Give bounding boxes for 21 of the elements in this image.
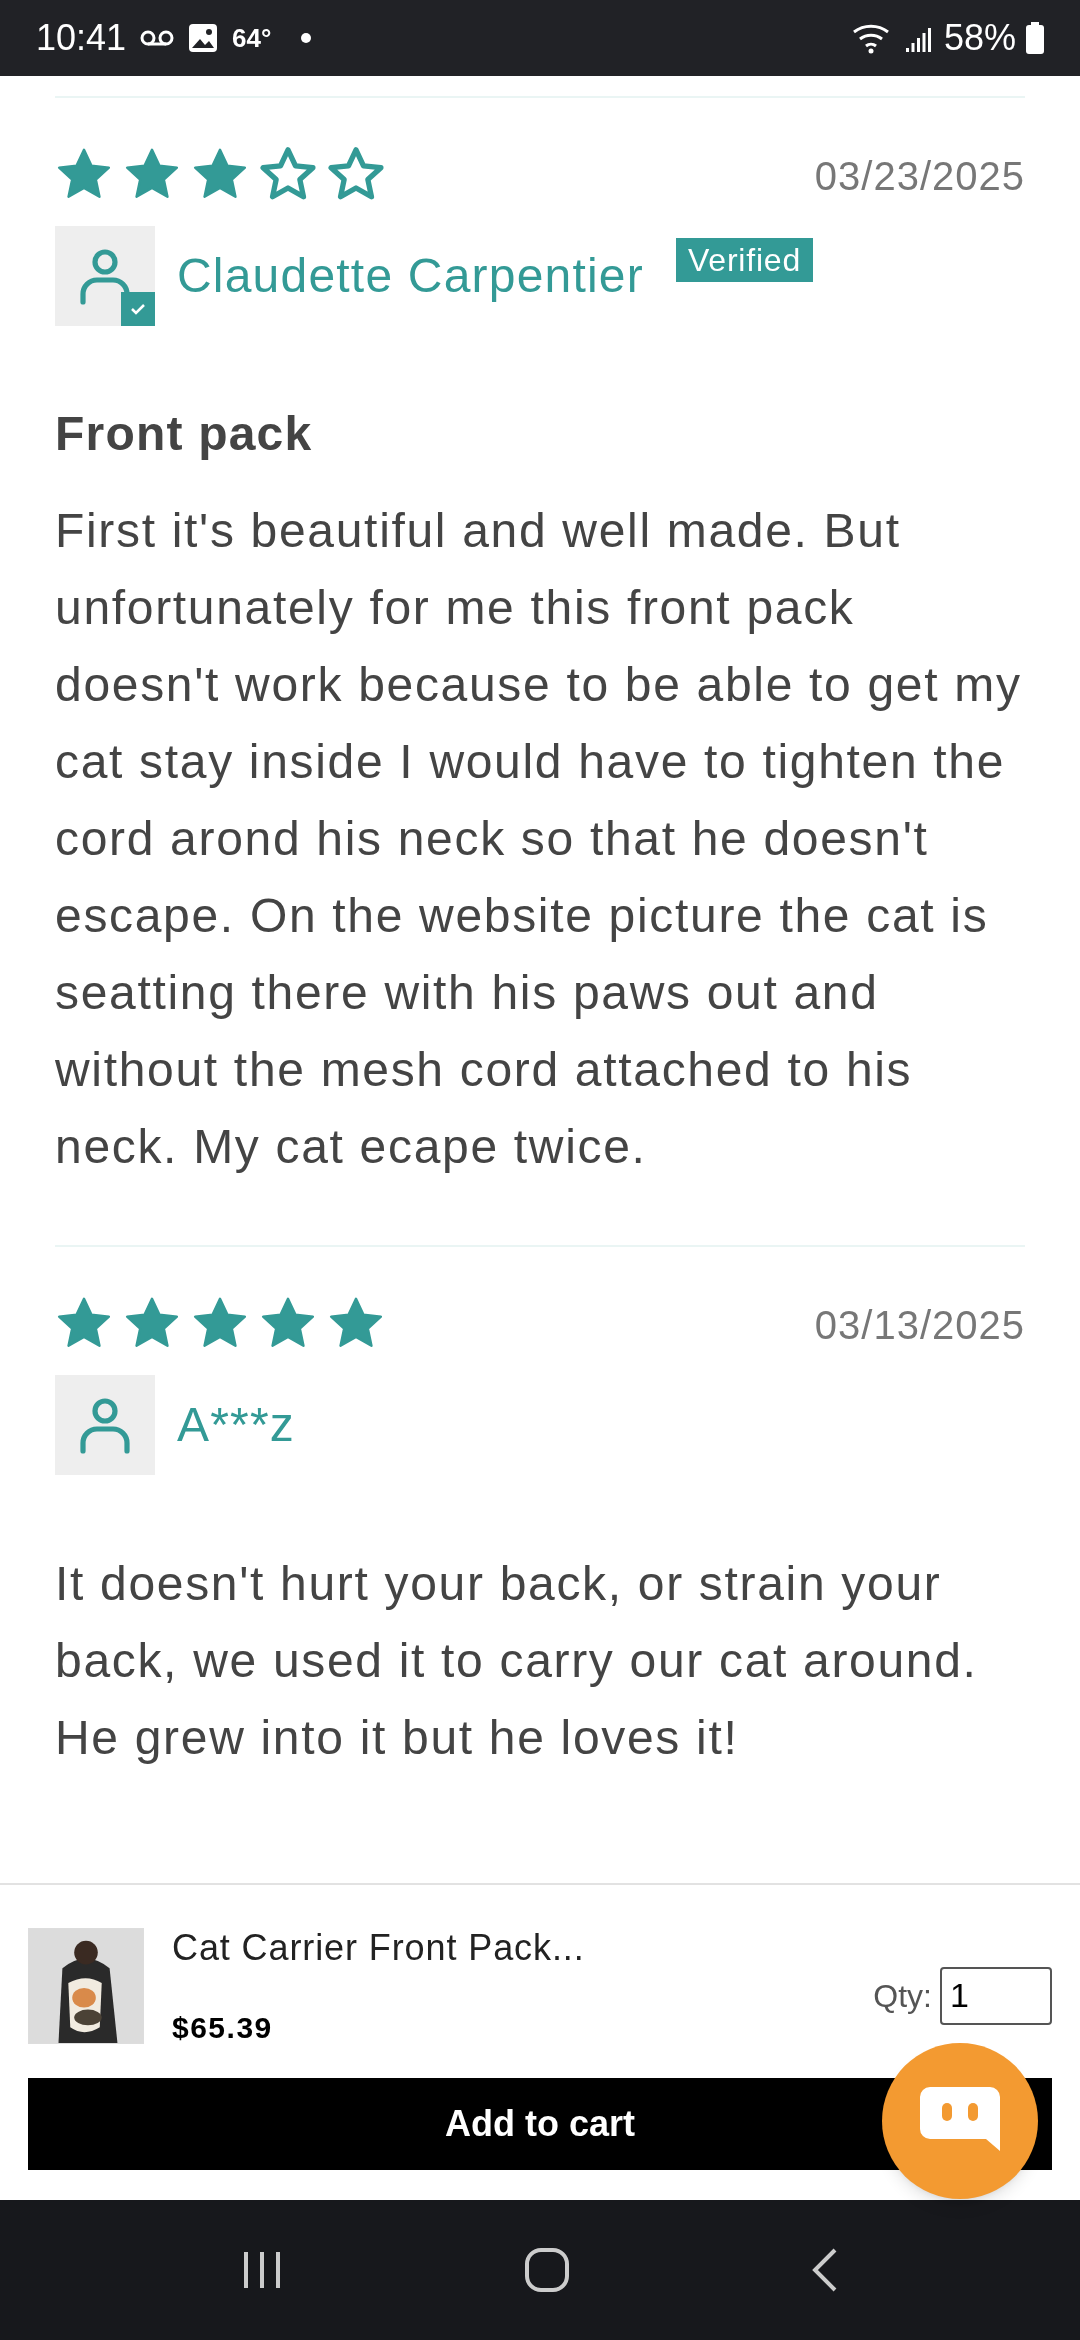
battery-percentage: 58%	[943, 16, 1016, 60]
voicemail-icon	[140, 29, 175, 47]
image-icon	[188, 23, 219, 53]
empty-star-icon	[259, 146, 317, 202]
battery-icon	[1026, 22, 1044, 54]
empty-star-icon	[327, 146, 385, 202]
review-title: Front pack	[55, 406, 314, 462]
product-price: $65.39	[172, 2010, 274, 2046]
review-date: 03/13/2025	[814, 1302, 1025, 1349]
review-text: It doesn't hurt your back, or strain your back, we used it to carry our cat around. He grew into it but he loves it!	[55, 1556, 979, 1766]
home-icon[interactable]	[524, 2247, 570, 2293]
quantity-field[interactable]: 1	[940, 1966, 1052, 2025]
product-name: Cat Carrier Front Pack...	[172, 1926, 586, 1970]
reviewer-name: A***z	[177, 1397, 296, 1453]
review-text: First it's beautiful and well made. But unfortunately for me this front pack doesn't work because to be able to get my cat stay inside I would have to tighten the cord arond his neck so that he doesn't escape. On the website picture the cat is seatting there with his paws out and without the mesh cord attached to his neck. My cat ecape twice.	[55, 503, 1023, 1175]
temperature-text: 64°	[232, 21, 272, 55]
status-time: 10:41	[36, 16, 127, 60]
review-date: 03/23/2025	[814, 153, 1025, 200]
verified-badge: Verified	[675, 238, 814, 282]
reviewer-name: Claudette Carpentier	[177, 248, 644, 304]
qty-label: Qty:	[873, 1976, 932, 2016]
